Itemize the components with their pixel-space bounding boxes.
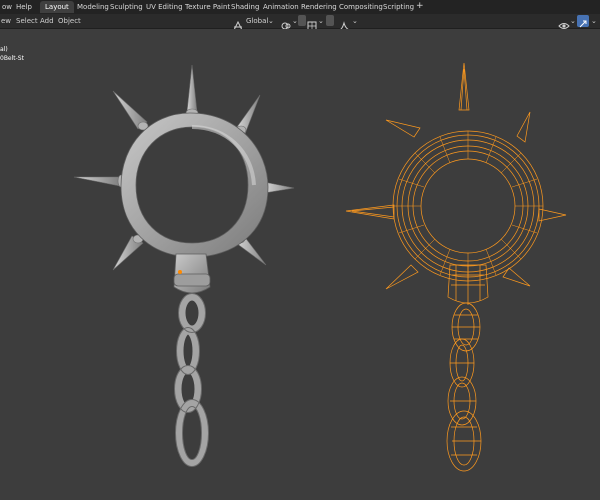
tab-animation[interactable]: Animation — [263, 1, 299, 13]
tab-compositing[interactable]: Compositing — [339, 1, 383, 13]
menu-object[interactable]: Object — [58, 15, 81, 27]
chevron-down-icon: ⌄ — [292, 17, 298, 25]
tab-uv-editing[interactable]: UV Editing — [146, 1, 183, 13]
chevron-down-icon: ⌄ — [352, 17, 358, 25]
pivot-point-icon[interactable] — [281, 16, 291, 30]
snap-toggle-button[interactable] — [298, 15, 306, 26]
proportional-edit-button[interactable] — [326, 15, 334, 26]
proportional-falloff-icon[interactable] — [338, 16, 352, 31]
snap-target-icon[interactable] — [307, 16, 317, 31]
tab-shading[interactable]: Shading — [231, 1, 259, 13]
tab-layout[interactable]: Layout — [40, 1, 74, 13]
menu-view[interactable]: ew — [1, 15, 11, 27]
menu-select[interactable]: Select — [16, 15, 38, 27]
gizmo-toggle-button[interactable] — [577, 15, 589, 28]
scene-canvas — [73, 62, 567, 472]
transform-orientation-icon[interactable] — [233, 16, 243, 31]
tab-modeling[interactable]: Modeling — [77, 1, 109, 13]
chevron-down-icon: ⌄ — [591, 17, 597, 25]
tab-texture-paint[interactable]: Texture Paint — [185, 1, 230, 13]
add-workspace-button[interactable]: + — [416, 0, 424, 12]
tab-sculpting[interactable]: Sculpting — [110, 1, 143, 13]
wire-spikes — [345, 62, 567, 290]
menu-window[interactable]: ow — [2, 1, 12, 13]
chevron-down-icon: ⌄ — [268, 17, 274, 25]
top-menu-bar: ow Help Layout Modeling Sculpting UV Edi… — [0, 0, 600, 14]
spiked-collar-chain-wireframe[interactable] — [345, 62, 567, 472]
orientation-dropdown[interactable]: Global — [246, 15, 268, 27]
tab-scripting[interactable]: Scripting — [383, 1, 414, 13]
viewport-header: ew Select Add Object Global ⌄ ⌄ ⌄ ⌄ ⌄ ⌄ — [0, 14, 600, 31]
spiked-collar-chain-solid[interactable] — [73, 64, 295, 467]
menu-add[interactable]: Add — [40, 15, 54, 27]
tab-rendering[interactable]: Rendering — [301, 1, 337, 13]
visibility-icon[interactable] — [558, 16, 570, 29]
menu-help[interactable]: Help — [16, 1, 32, 13]
chevron-down-icon: ⌄ — [570, 17, 576, 25]
wire-chain-links — [446, 302, 482, 472]
chevron-down-icon: ⌄ — [318, 17, 324, 25]
3d-viewport[interactable]: al) 0Belt-St — [0, 29, 600, 500]
